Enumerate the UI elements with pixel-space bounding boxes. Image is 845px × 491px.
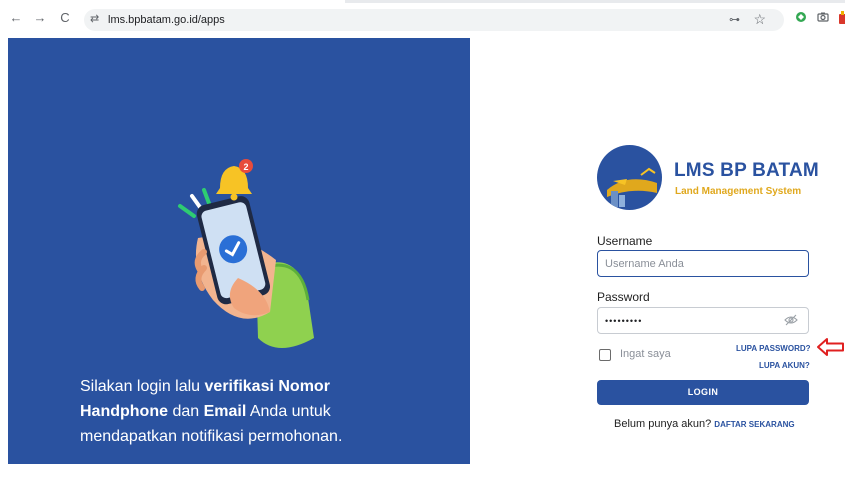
browser-toolbar: ← → C ⇄ lms.bpbatam.go.id/apps ⊶ ☆ <box>0 0 845 38</box>
back-icon[interactable]: ← <box>8 10 24 25</box>
username-label: Username <box>597 234 653 248</box>
bp-batam-logo-icon <box>607 167 657 207</box>
brand-subtitle: Land Management System <box>675 186 802 197</box>
brand-title: LMS BP BATAM <box>674 160 819 181</box>
reload-icon[interactable]: C <box>57 10 73 25</box>
extension-icon[interactable] <box>795 11 807 26</box>
notification-badge: 2 <box>243 162 248 172</box>
extension-red-icon[interactable] <box>838 11 845 28</box>
signup-link[interactable]: DAFTAR SEKARANG <box>714 420 794 429</box>
caption-text: Silakan login lalu <box>80 378 205 395</box>
tab-strip <box>345 0 845 3</box>
bookmark-star-icon[interactable]: ☆ <box>753 11 766 28</box>
screenshot-icon[interactable] <box>817 11 829 26</box>
annotation-arrow-icon <box>817 338 844 356</box>
site-settings-icon[interactable]: ⇄ <box>90 12 99 25</box>
brand-logo <box>597 145 662 210</box>
remember-label[interactable]: Ingat saya <box>620 348 671 360</box>
forgot-password-link[interactable]: LUPA PASSWORD? <box>736 344 811 353</box>
signup-prompt: Belum punya akun? DAFTAR SEKARANG <box>614 418 795 430</box>
bottom-strip <box>8 464 470 491</box>
forward-icon[interactable]: → <box>32 10 48 25</box>
eye-off-icon[interactable] <box>784 313 798 327</box>
password-label: Password <box>597 290 650 304</box>
caption-text: dan <box>168 403 204 420</box>
address-bar[interactable]: ⇄ lms.bpbatam.go.id/apps ⊶ ☆ <box>84 9 784 31</box>
password-input[interactable] <box>597 307 809 334</box>
url-text[interactable]: lms.bpbatam.go.id/apps <box>108 14 225 26</box>
forgot-account-link[interactable]: LUPA AKUN? <box>759 361 810 370</box>
remember-checkbox[interactable] <box>599 349 611 361</box>
password-key-icon[interactable]: ⊶ <box>729 13 740 26</box>
login-button[interactable]: LOGIN <box>597 380 809 405</box>
username-input[interactable] <box>597 250 809 277</box>
hero-panel: 2 Silakan login lalu verifikasi Nomor Ha… <box>8 38 470 464</box>
caption-bold-email: Email <box>203 403 247 420</box>
signup-prompt-text: Belum punya akun? <box>614 418 712 430</box>
hero-caption: Silakan login lalu verifikasi Nomor Hand… <box>80 374 420 449</box>
phone-verification-illustration: 2 <box>178 159 314 348</box>
